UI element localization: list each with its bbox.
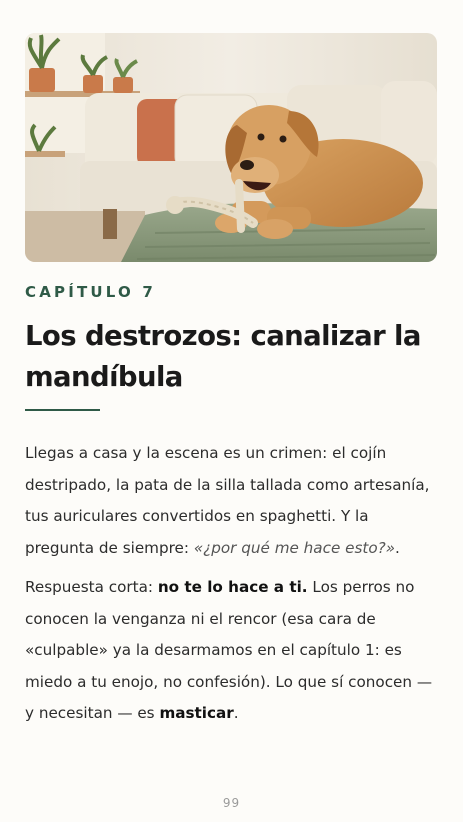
page-number: 99 bbox=[222, 796, 241, 810]
paragraph-2-emphasis: no te lo hace a ti. bbox=[157, 578, 308, 596]
paragraph-1: Llegas a casa y la escena es un crimen: … bbox=[25, 438, 437, 564]
paragraph-2-text: Respuesta corta: bbox=[25, 578, 158, 596]
paragraph-1-quote: «¿por qué me hace esto?» bbox=[193, 538, 396, 557]
paragraph-1-end: . bbox=[395, 538, 400, 557]
paragraph-2: Respuesta corta: no te lo hace a ti. Los… bbox=[25, 572, 437, 730]
paragraph-2-text-middle: Los perros no conocen la venganza ni el … bbox=[25, 578, 433, 722]
paragraph-2-end: . bbox=[233, 704, 239, 722]
chapter-label: CAPÍTULO 7 bbox=[25, 283, 157, 301]
title-divider bbox=[25, 409, 100, 411]
dog-chewing-rope-toy-on-sofa-icon bbox=[25, 33, 437, 262]
paragraph-2-keyword: masticar bbox=[159, 704, 234, 722]
chapter-body: Llegas a casa y la escena es un crimen: … bbox=[25, 438, 437, 738]
chapter-title: Los destrozos: canalizar la mandíbula bbox=[25, 320, 421, 393]
chapter-photo bbox=[25, 33, 437, 262]
